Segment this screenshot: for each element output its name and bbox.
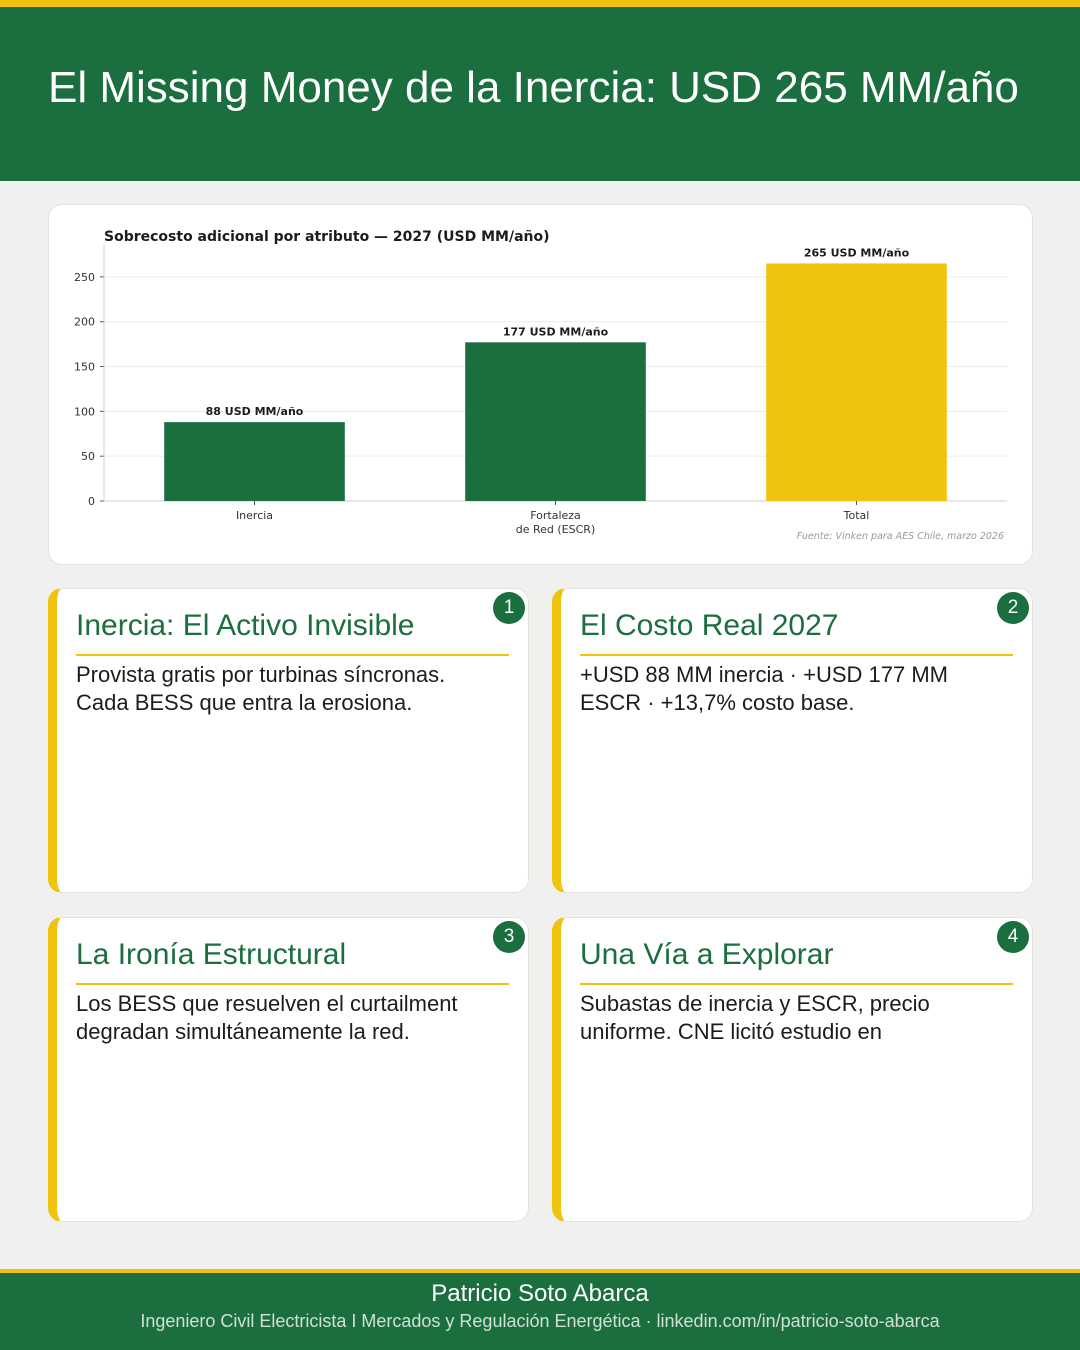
y-tick-label: 0 — [88, 495, 95, 508]
page-title: El Missing Money de la Inercia: USD 265 … — [48, 63, 1019, 112]
footer: Patricio Soto Abarca Ingeniero Civil Ele… — [0, 1269, 1080, 1350]
chart-source: Fuente: Vinken para AES Chile, marzo 202… — [797, 531, 1004, 542]
card-text: Provista gratis por turbinas síncronas. … — [76, 662, 446, 715]
card-text: Los BESS que resuelven el curtailment de… — [76, 991, 458, 1044]
bar-1 — [164, 422, 345, 501]
x-tick-label: Total — [843, 509, 870, 522]
card-title: Una Vía a Explorar — [580, 938, 1013, 985]
data-label: 177 USD MM/año — [503, 325, 609, 338]
y-tick-label: 250 — [74, 271, 95, 284]
author-subtitle: Ingeniero Civil Electricista I Mercados … — [140, 1311, 940, 1331]
card-title: Inercia: El Activo Invisible — [76, 609, 509, 656]
data-label: 88 USD MM/año — [206, 405, 304, 418]
data-label: 265 USD MM/año — [804, 246, 910, 259]
card-3: 3 La Ironía Estructural Los BESS que res… — [48, 917, 529, 1222]
card-title: El Costo Real 2027 — [580, 609, 1013, 656]
chart-title: Sobrecosto adicional por atributo — 2027… — [104, 229, 550, 245]
y-tick-label: 50 — [81, 450, 95, 463]
bar-2 — [465, 342, 646, 501]
x-tick-label: Inercia — [236, 509, 273, 522]
card-text: +USD 88 MM inercia · +USD 177 MM ESCR · … — [580, 662, 948, 715]
chart-card: Sobrecosto adicional por atributo — 2027… — [48, 204, 1033, 565]
card-2: 2 El Costo Real 2027 +USD 88 MM inercia … — [552, 588, 1033, 893]
bar-chart: Sobrecosto adicional por atributo — 2027… — [74, 229, 1007, 542]
y-tick-label: 150 — [74, 361, 95, 374]
y-tick-label: 100 — [74, 405, 95, 418]
x-tick-label: Fortaleza de Red (ESCR) — [516, 509, 595, 536]
card-text: Subastas de inercia y ESCR, precio unifo… — [580, 991, 930, 1044]
header-banner: El Missing Money de la Inercia: USD 265 … — [0, 0, 1080, 181]
author-name: Patricio Soto Abarca — [431, 1280, 649, 1307]
card-1: 1 Inercia: El Activo Invisible Provista … — [48, 588, 529, 893]
y-tick-label: 200 — [74, 316, 95, 329]
card-title: La Ironía Estructural — [76, 938, 509, 985]
card-4: 4 Una Vía a Explorar Subastas de inercia… — [552, 917, 1033, 1222]
bar-3 — [766, 263, 947, 501]
